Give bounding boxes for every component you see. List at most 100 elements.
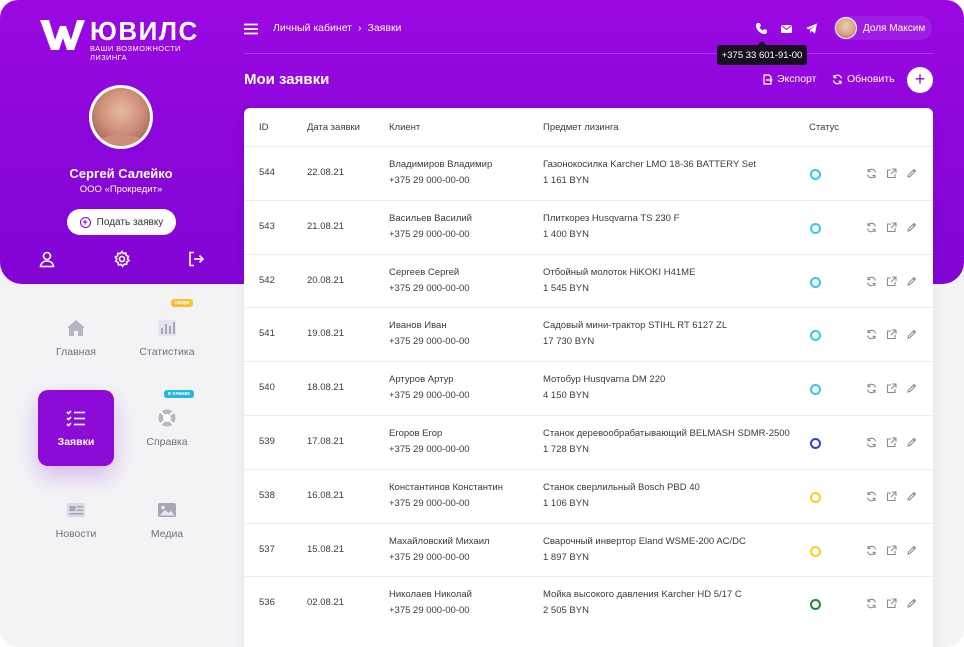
user-menu[interactable]: Доля Максим (833, 16, 932, 40)
open-external-icon[interactable] (886, 276, 897, 287)
status-indicator (810, 276, 821, 288)
table-row[interactable]: 543 21.08.21 Васильев Василий +375 29 000-0… (244, 199, 933, 254)
row-id: 540 (259, 382, 275, 394)
edit-icon[interactable] (906, 545, 917, 556)
row-date: 19.08.21 (307, 328, 344, 340)
open-external-icon[interactable] (886, 383, 897, 394)
refresh-icon[interactable] (866, 383, 877, 394)
logout-icon[interactable] (187, 250, 205, 268)
checklist-icon (66, 410, 85, 427)
table-header: ID Дата заявки Клиент Предмет лизинга Ст… (244, 108, 933, 146)
table-row[interactable]: 540 18.08.21 Артуров Артур +375 29 000-00-0… (244, 361, 933, 415)
news-icon (67, 503, 85, 517)
nav-requests-label: Заявки (57, 436, 95, 448)
gear-icon[interactable] (113, 250, 131, 268)
export-label: Экспорт (777, 73, 817, 85)
breadcrumb-home[interactable]: Личный кабинет (273, 22, 352, 34)
row-client-phone: +375 29 000-00-00 (389, 228, 470, 240)
edit-icon[interactable] (906, 598, 917, 609)
column-client[interactable]: Клиент (389, 122, 420, 133)
row-price: 4 150 BYN (543, 390, 589, 402)
nav-media[interactable]: Медиа (129, 482, 205, 558)
phone-tooltip: +375 33 601-91-00 (717, 41, 807, 65)
table-row[interactable]: 536 02.08.21 Николаев Николай +375 29 000-0… (244, 576, 933, 630)
nav-home[interactable]: Главная (38, 300, 114, 376)
row-id: 543 (259, 220, 275, 232)
row-price: 17 730 BYN (543, 336, 595, 348)
row-id: 542 (259, 274, 275, 286)
phone-icon[interactable] (755, 22, 768, 35)
refresh-button[interactable]: Обновить (832, 73, 895, 85)
refresh-icon[interactable] (866, 168, 877, 179)
menu-icon[interactable] (244, 23, 258, 35)
row-client-phone: +375 29 000-00-00 (389, 444, 470, 455)
row-id: 537 (259, 543, 275, 555)
mail-icon[interactable] (780, 22, 793, 35)
status-indicator (810, 545, 821, 557)
refresh-icon[interactable] (866, 276, 877, 287)
open-external-icon[interactable] (886, 437, 897, 448)
nav-requests[interactable]: Заявки (38, 390, 114, 466)
open-external-icon[interactable] (886, 222, 897, 233)
brand-logo[interactable]: ЮВИЛС ваши возможности лизинга (38, 16, 208, 62)
row-client: Артуров Артур (389, 374, 454, 386)
edit-icon[interactable] (906, 491, 917, 502)
page-title: Мои заявки (244, 71, 330, 88)
table-row[interactable]: 537 15.08.21 Махайловский Михаил +375 29 00… (244, 522, 933, 577)
column-status[interactable]: Статус (809, 122, 839, 133)
row-date: 16.08.21 (307, 489, 344, 501)
refresh-icon[interactable] (866, 329, 877, 340)
edit-icon[interactable] (906, 168, 917, 179)
open-external-icon[interactable] (886, 545, 897, 556)
column-id[interactable]: ID (259, 122, 269, 133)
nav-help[interactable]: Справка (129, 390, 205, 466)
row-client-phone: +375 29 000-00-00 (389, 497, 470, 509)
export-icon (763, 73, 773, 85)
nav-statistics[interactable]: Статистика (129, 300, 205, 376)
row-client-phone: +375 29 000-00-00 (389, 390, 470, 402)
refresh-icon[interactable] (866, 545, 877, 556)
edit-icon[interactable] (906, 329, 917, 340)
open-external-icon[interactable] (886, 491, 897, 502)
topbar-divider (244, 53, 934, 54)
row-client: Константинов Константин (389, 481, 503, 493)
open-external-icon[interactable] (886, 598, 897, 609)
user-icon[interactable] (38, 250, 56, 268)
table-row[interactable]: 542 20.08.21 Сергеев Сергей +375 29 000-00-… (244, 253, 933, 308)
table-row[interactable]: 541 19.08.21 Иванов Иван +375 29 000-00-00 С… (244, 307, 933, 361)
row-id: 538 (259, 489, 275, 501)
table-row[interactable]: 539 17.08.21 Егоров Егор +375 29 000-00-00 С… (244, 415, 933, 469)
nav-statistics-label: Статистика (139, 346, 195, 358)
refresh-icon[interactable] (866, 598, 877, 609)
row-item: Мойка высокого давления Karcher HD 5/17 … (543, 589, 742, 601)
edit-icon[interactable] (906, 437, 917, 448)
row-date: 02.08.21 (307, 597, 344, 609)
user-chip-name: Доля Максим (863, 22, 926, 34)
table-row[interactable]: 538 16.08.21 Константинов Константин +375 2… (244, 468, 933, 523)
refresh-icon[interactable] (866, 437, 877, 448)
refresh-icon[interactable] (866, 222, 877, 233)
export-button[interactable]: Экспорт (762, 73, 816, 85)
column-item[interactable]: Предмет лизинга (543, 122, 619, 133)
row-item: Плиткорез Husqvarna TS 230 F (543, 212, 680, 224)
bar-chart-icon (158, 320, 176, 336)
open-external-icon[interactable] (886, 329, 897, 340)
table-row[interactable]: 544 22.08.21 Владимиров Владимир +375 29 00… (244, 146, 933, 200)
row-date: 17.08.21 (307, 436, 344, 447)
open-external-icon[interactable] (886, 168, 897, 179)
nav-news[interactable]: Новости (38, 482, 114, 558)
row-client-phone: +375 29 000-00-00 (389, 336, 470, 348)
telegram-icon[interactable] (805, 22, 818, 35)
refresh-label: Обновить (847, 73, 895, 85)
submit-request-button[interactable]: + Подать заявку (67, 209, 176, 235)
column-date[interactable]: Дата заявки (307, 122, 360, 133)
edit-icon[interactable] (906, 383, 917, 394)
add-request-button[interactable]: + (907, 67, 933, 93)
row-item: Станок деревообрабатывающий BELMASH SDMR… (543, 428, 790, 439)
row-price: 1 400 BYN (543, 228, 589, 240)
edit-icon[interactable] (906, 222, 917, 233)
row-client: Махайловский Михаил (389, 535, 490, 547)
refresh-icon[interactable] (866, 491, 877, 502)
edit-icon[interactable] (906, 276, 917, 287)
row-date: 20.08.21 (307, 274, 344, 286)
